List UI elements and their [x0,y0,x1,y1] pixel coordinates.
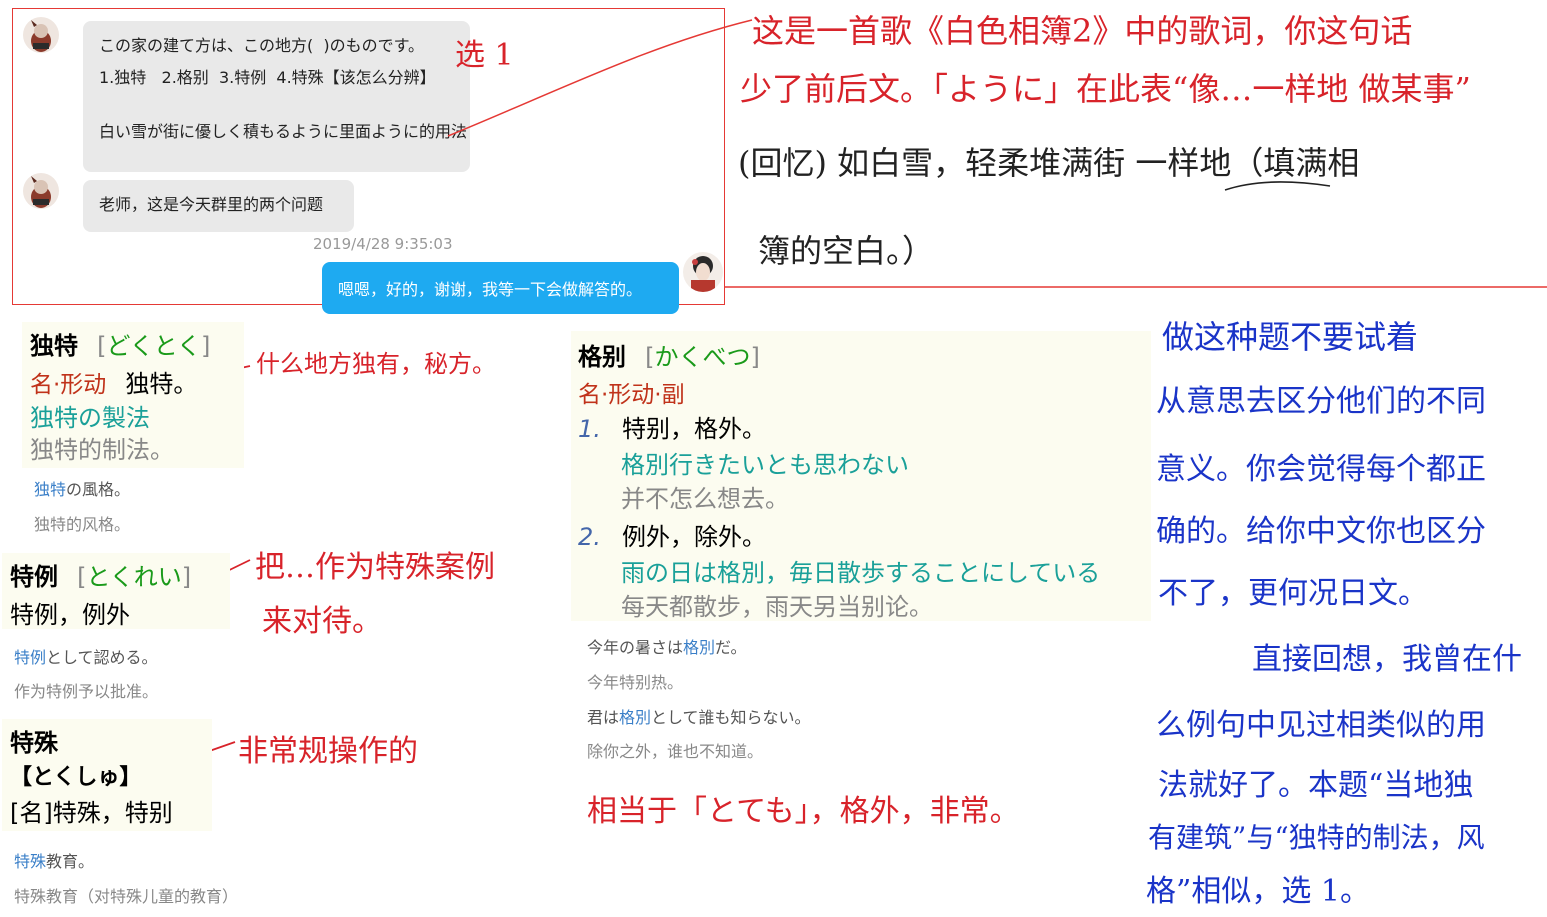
note-advice-9: 有建筑”与“独特的制法，风 [1148,821,1485,854]
sense-number: 2. [578,523,601,551]
entry-word: 特例 [10,563,58,591]
note-advice-1: 做这种题不要试着 [1162,318,1419,356]
entry-example-jp: 雨の日は格別，毎日散歩することにしている [621,559,1101,587]
entry-reading: 【とくしゅ】 [10,765,142,790]
note-advice-4: 确的。给你中文你也区分 [1156,514,1486,549]
example-sentence-jp: 独特の風格。 [34,476,130,500]
entry-example-jp: 格別行きたいとも思わない [621,451,909,479]
entry-meaning: 独特。 [125,370,198,398]
sentence-part: 君は [587,708,620,727]
note-song-2: 少了前后文。「ように」在此表“像…一样地 做某事” [740,70,1471,108]
dict-entry-tokushu: 特殊 【とくしゅ】 [名]特殊，特别 [2,719,212,831]
entry-reading: かくべつ [654,343,751,371]
note-advice-2: 从意思去区分他们的不同 [1156,384,1486,419]
example-sentence-jp: 君は格別として誰も知らない。 [587,704,811,728]
note-dokutoku: 什么地方独有，秘方。 [256,350,496,378]
highlight-word[interactable]: 格別 [683,638,715,657]
entry-example-cn: 并不怎么想去。 [621,485,789,513]
example-sentence-cn: 作为特例予以批准。 [14,682,159,701]
note-advice-7: 么例句中见过相类似的用 [1156,708,1486,743]
sentence-rest: として認める。 [46,648,158,667]
note-advice-3: 意义。你会觉得每个都正 [1156,452,1486,487]
entry-example-cn: 每天都散步，雨天另当别论。 [621,593,933,621]
highlight-word[interactable]: 独特 [34,480,66,499]
entry-meaning-rest: ，例外 [58,601,130,629]
sentence-part: だ。 [715,638,747,657]
note-advice-5: 不了，更何况日文。 [1158,576,1428,611]
entry-meaning-rest: ，特别 [100,799,173,827]
entry-word: 特殊 [10,729,58,757]
dict-entry-kakubetsu: 格别 [かくべつ] 名·形动·副 1. 特别，格外。 格別行きたいとも思わない … [571,331,1151,621]
example-sentence-cn: 今年特别热。 [587,673,684,692]
entry-pos: 名·形动 [30,372,107,398]
entry-reading: とくれい [86,563,182,591]
entry-pos: [名] [10,799,53,827]
note-advice-10: 格”相似，选 1。 [1146,874,1370,909]
example-sentence-cn: 除你之外，谁也不知道。 [587,742,764,761]
entry-example-jp: 独特の製法 [30,404,150,432]
sentence-part: として誰も知らない。 [651,708,811,727]
example-sentence-cn: 独特的风格。 [34,515,131,534]
entry-reading: どくとく [106,332,202,360]
note-advice-6: 直接回想，我曾在什 [1252,642,1522,677]
entry-meaning: 特殊 [52,799,101,827]
note-tokurei-1: 把…作为特殊案例 [255,550,495,585]
note-choose: 选 1 [455,38,514,73]
highlight-word[interactable]: 特例 [14,648,46,667]
note-tokurei-2: 来对待。 [262,604,382,639]
note-song-4: 簿的空白。） [758,232,935,270]
sense-meaning: 特别，格外。 [622,415,766,443]
entry-example-cn: 独特的制法。 [30,436,174,464]
dict-entry-tokurei: 特例 [とくれい] 特例，例外 [2,553,230,629]
example-sentence-cn: 特殊教育（对特殊儿童的教育） [14,887,239,906]
highlight-word[interactable]: 格別 [619,708,651,727]
sense-number: 1. [578,415,601,443]
entry-meaning: 特例 [10,601,58,629]
example-sentence-jp: 特殊教育。 [14,848,94,872]
note-song-1: 这是一首歌《白色相簿2》中的歌词，你这句话 [752,12,1413,50]
note-advice-8: 法就好了。本题“当地独 [1158,768,1474,803]
note-kakubetsu: 相当于「とても」，格外，非常。 [587,794,1020,829]
sentence-rest: 教育。 [46,852,95,871]
note-tokushu: 非常规操作的 [238,734,418,769]
dict-entry-dokutoku: 独特 [どくとく] 名·形动 独特。 独特の製法 独特的制法。 [22,322,244,468]
example-sentence-jp: 今年の暑さは格別だ。 [587,634,747,658]
entry-word: 格别 [578,343,626,371]
note-song-3: (回忆) 如白雪，轻柔堆满街 一样地（填满相 [738,144,1360,182]
example-sentence-jp: 特例として認める。 [14,644,158,668]
entry-word: 独特 [30,332,78,360]
entry-pos: 名·形动·副 [578,382,685,408]
sentence-part: 今年の暑さは [587,638,684,657]
sentence-rest: の風格。 [66,480,131,499]
highlight-word[interactable]: 特殊 [14,852,46,871]
sense-meaning: 例外，除外。 [622,523,766,551]
